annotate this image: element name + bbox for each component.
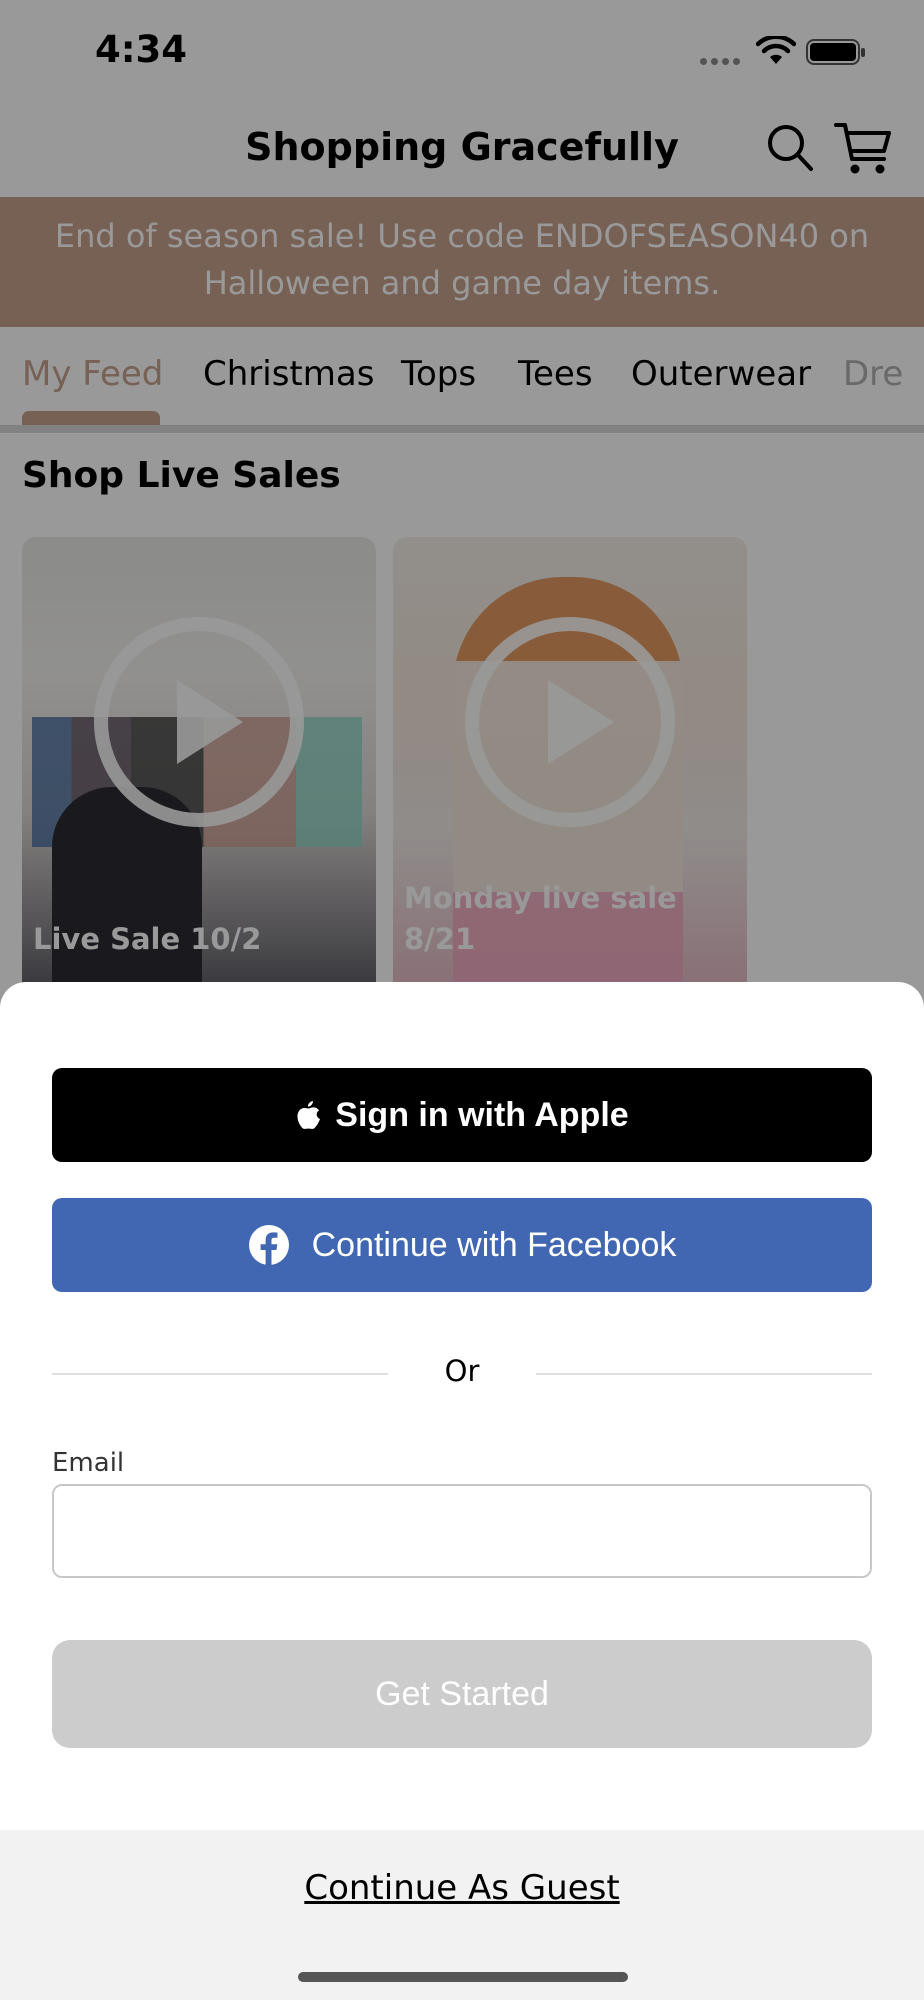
sign-in-with-apple-button[interactable]: Sign in with Apple — [52, 1068, 872, 1162]
continue-as-guest-link[interactable]: Continue As Guest — [0, 1868, 924, 1908]
facebook-icon — [248, 1225, 289, 1265]
or-separator: Or — [444, 1354, 480, 1388]
facebook-button-label: Continue with Facebook — [311, 1225, 677, 1264]
apple-icon — [297, 1101, 321, 1129]
email-label: Email — [52, 1448, 125, 1478]
divider-right — [536, 1373, 872, 1375]
sign-in-sheet: Sign in with Apple Continue with Faceboo… — [0, 982, 924, 2000]
home-indicator — [298, 1972, 628, 1982]
divider-left — [52, 1373, 388, 1375]
apple-button-label: Sign in with Apple — [335, 1095, 629, 1134]
get-started-button[interactable]: Get Started — [52, 1640, 872, 1748]
email-field[interactable] — [52, 1484, 872, 1578]
continue-with-facebook-button[interactable]: Continue with Facebook — [52, 1198, 872, 1292]
